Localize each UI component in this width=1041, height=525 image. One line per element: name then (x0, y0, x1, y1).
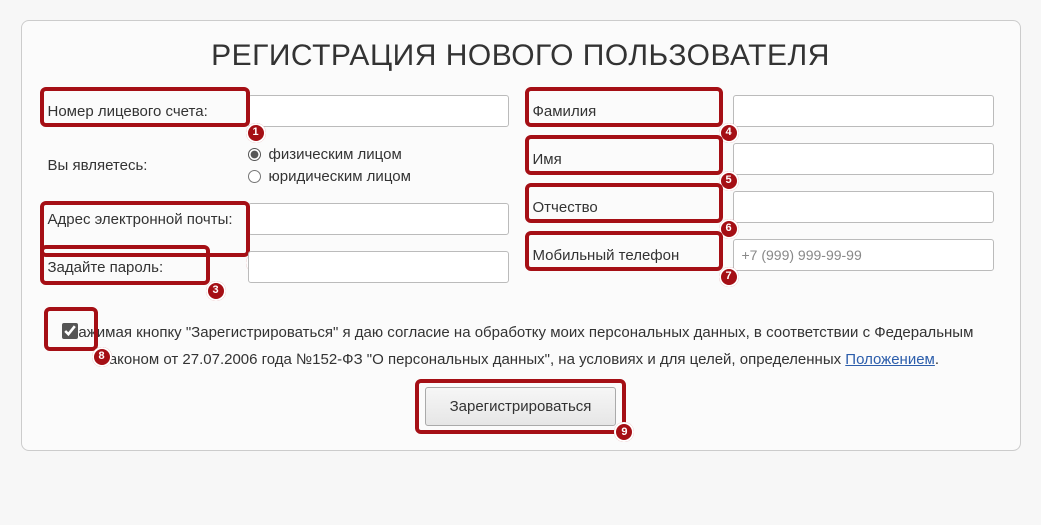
mobile-input[interactable] (733, 239, 994, 271)
badge-7: 7 (719, 267, 739, 287)
consent-checkbox[interactable] (62, 323, 78, 339)
lastname-input[interactable] (733, 95, 994, 127)
badge-8: 8 (92, 347, 112, 367)
email-label: Адрес электронной почты: (48, 211, 233, 228)
consent-block: 8 Нажимая кнопку "Зарегистрироваться" я … (48, 319, 994, 373)
registration-panel: РЕГИСТРАЦИЯ НОВОГО ПОЛЬЗОВАТЕЛЯ Номер ли… (21, 20, 1021, 451)
firstname-label: Имя (533, 151, 562, 168)
radio-legal-input[interactable] (248, 170, 261, 183)
terms-link[interactable]: Положением (845, 351, 935, 368)
patronymic-label: Отчество (533, 199, 598, 216)
badge-4: 4 (719, 123, 739, 143)
radio-individual-input[interactable] (248, 148, 261, 161)
consent-text: Нажимая кнопку "Зарегистрироваться" я да… (68, 324, 974, 368)
account-input[interactable] (248, 95, 509, 127)
badge-3: 3 (206, 281, 226, 301)
email-input[interactable] (248, 203, 509, 235)
badge-1: 1 (246, 123, 266, 143)
account-label: Номер лицевого счета: (48, 103, 208, 120)
radio-individual[interactable]: физическим лицом (248, 143, 509, 165)
mobile-label: Мобильный телефон (533, 247, 680, 264)
submit-button[interactable]: Зарегистрироваться (425, 387, 617, 426)
badge-6: 6 (719, 219, 739, 239)
patronymic-input[interactable] (733, 191, 994, 223)
badge-9: 9 (614, 422, 634, 442)
lastname-label: Фамилия (533, 103, 597, 120)
password-label: Задайте пароль: (48, 259, 164, 276)
badge-5: 5 (719, 171, 739, 191)
page-title: РЕГИСТРАЦИЯ НОВОГО ПОЛЬЗОВАТЕЛЯ (48, 39, 994, 73)
radio-legal[interactable]: юридическим лицом (248, 165, 509, 187)
firstname-input[interactable] (733, 143, 994, 175)
right-column: Фамилия 4 Имя 5 (533, 95, 994, 299)
you-are-label: Вы являетесь: (48, 157, 148, 174)
password-input[interactable] (248, 251, 509, 283)
left-column: Номер лицевого счета: 1 Вы являетесь: фи… (48, 95, 509, 299)
